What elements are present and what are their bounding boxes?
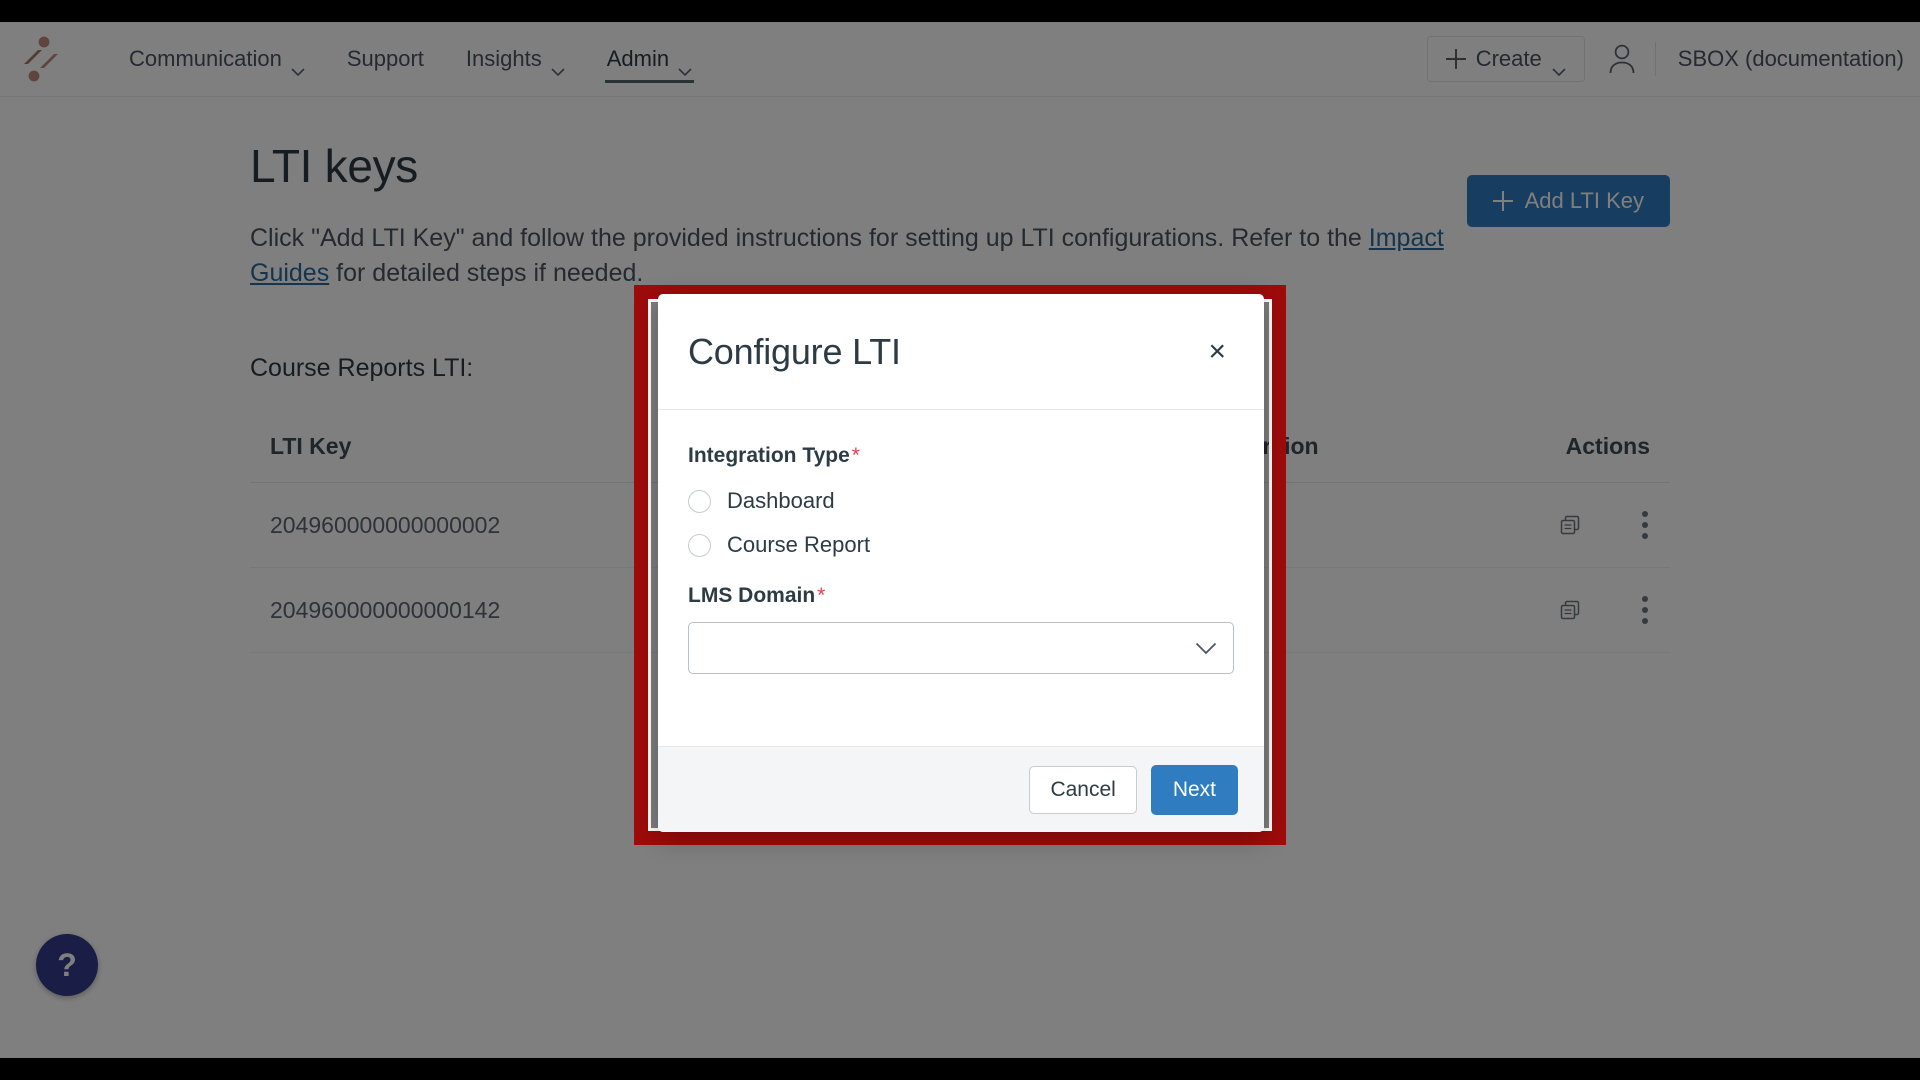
next-button[interactable]: Next	[1150, 764, 1238, 815]
integration-type-label: Integration Type*	[688, 444, 1234, 468]
required-marker: *	[851, 444, 860, 467]
lms-domain-select[interactable]	[688, 622, 1234, 674]
modal-title: Configure LTI	[688, 330, 901, 372]
radio-option-dashboard[interactable]: Dashboard	[688, 488, 1234, 514]
radio-option-course-report-label: Course Report	[727, 532, 871, 557]
modal-footer: Cancel Next	[658, 746, 1264, 832]
required-marker: *	[817, 584, 826, 607]
radio-option-dashboard-label: Dashboard	[727, 488, 835, 513]
radio-button[interactable]	[688, 489, 711, 513]
modal-header: Configure LTI ×	[658, 294, 1264, 410]
configure-lti-modal: Configure LTI × Integration Type* Dashbo…	[658, 294, 1264, 832]
lms-domain-label-text: LMS Domain	[688, 584, 816, 607]
close-icon[interactable]: ×	[1198, 331, 1236, 373]
modal-body: Integration Type* Dashboard Course Repor…	[658, 410, 1264, 746]
chevron-down-icon	[1195, 642, 1217, 655]
radio-option-course-report[interactable]: Course Report	[688, 532, 1234, 558]
cancel-button[interactable]: Cancel	[1029, 765, 1137, 814]
integration-type-label-text: Integration Type	[688, 444, 850, 467]
radio-button[interactable]	[688, 533, 711, 557]
browser-viewport: Communication Support Insights Admin	[0, 22, 1920, 1058]
lms-domain-label: LMS Domain*	[688, 584, 1234, 608]
